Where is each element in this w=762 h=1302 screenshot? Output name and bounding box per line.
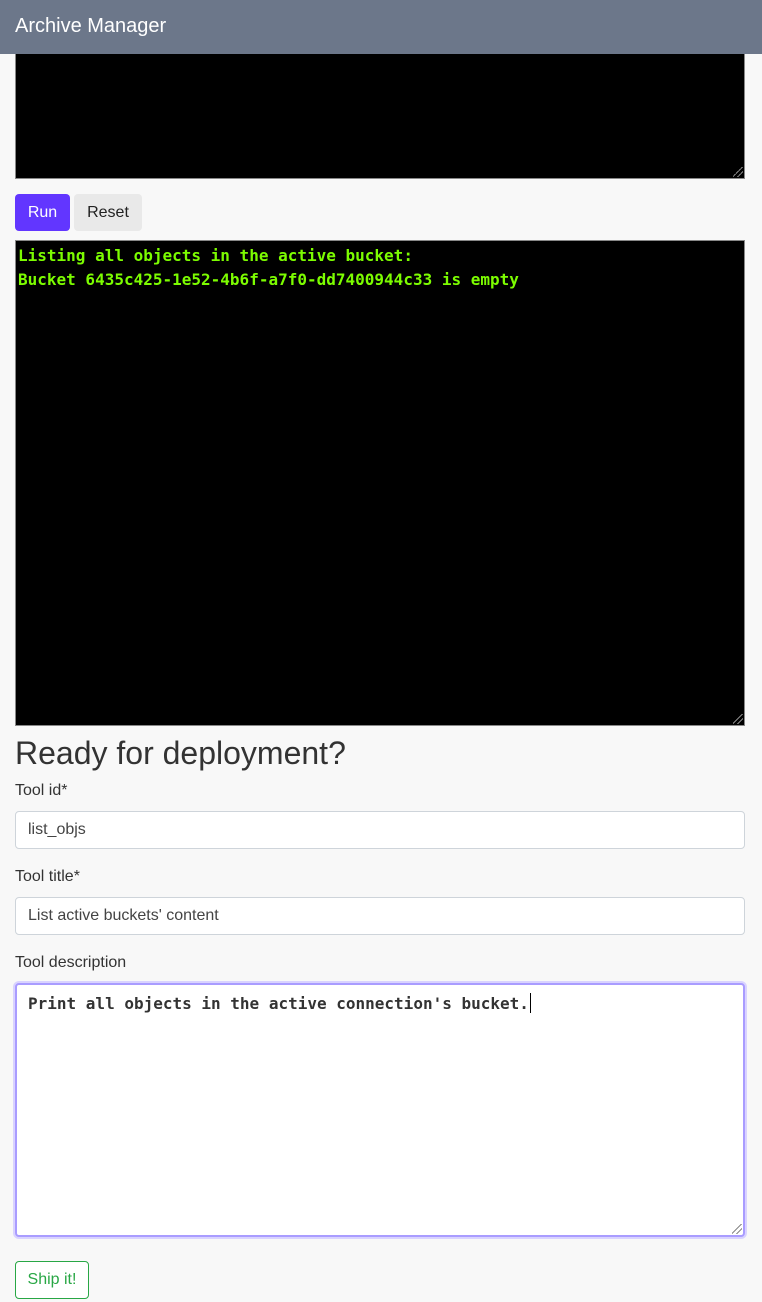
resize-handle-icon[interactable] xyxy=(733,714,743,724)
resize-handle-icon[interactable] xyxy=(732,1224,742,1234)
output-line: Listing all objects in the active bucket… xyxy=(18,246,413,265)
deployment-heading: Ready for deployment? xyxy=(15,735,346,771)
output-line: Bucket 6435c425-1e52-4b6f-a7f0-dd7400944… xyxy=(18,270,519,289)
tool-description-text: Print all objects in the active connecti… xyxy=(28,994,529,1013)
run-button[interactable]: Run xyxy=(15,194,70,231)
tool-description-textarea[interactable]: Print all objects in the active connecti… xyxy=(15,983,745,1237)
app-header: Archive Manager xyxy=(0,0,762,54)
tool-id-label: Tool id* xyxy=(15,782,68,799)
tool-description-label: Tool description xyxy=(15,954,127,971)
output-console[interactable]: Listing all objects in the active bucket… xyxy=(15,240,745,726)
tool-title-label: Tool title* xyxy=(15,868,80,885)
tool-id-input[interactable]: list_objs xyxy=(15,811,745,849)
ship-it-button[interactable]: Ship it! xyxy=(15,1261,89,1299)
resize-handle-icon[interactable] xyxy=(733,167,743,177)
reset-button[interactable]: Reset xyxy=(74,194,142,231)
code-editor[interactable] xyxy=(15,54,745,179)
app-title: Archive Manager xyxy=(15,15,167,37)
text-cursor xyxy=(529,993,531,1013)
tool-title-input[interactable]: List active buckets' content xyxy=(15,897,745,935)
